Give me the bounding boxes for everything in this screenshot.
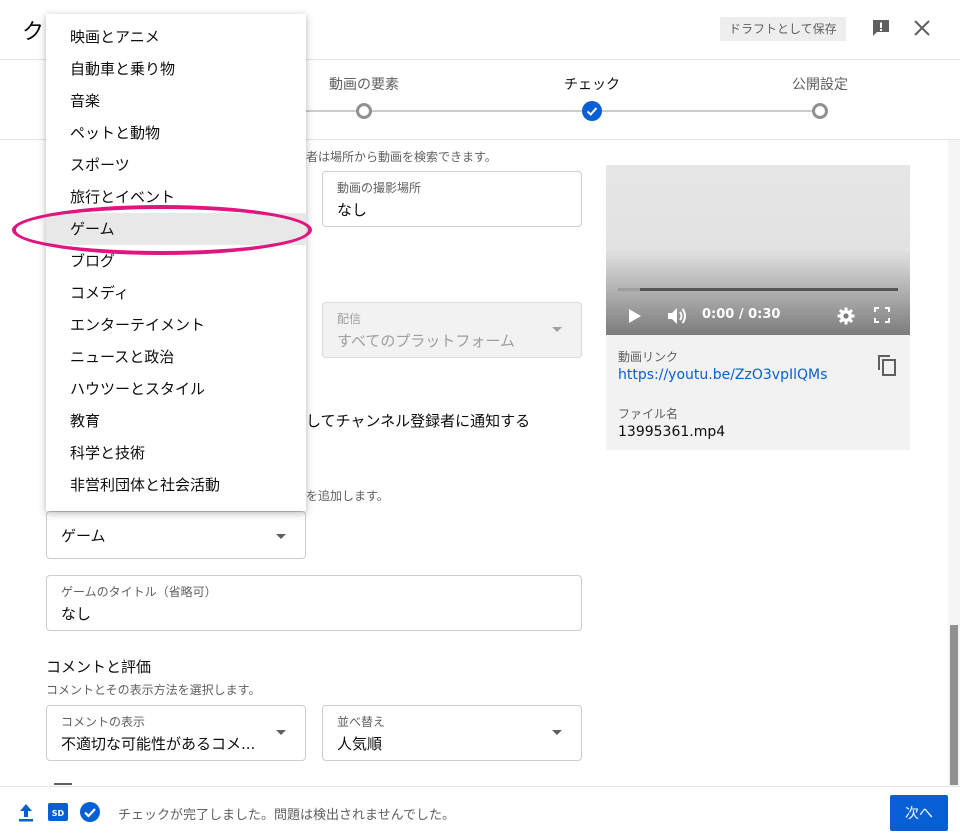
distribution-value: すべてのプラットフォーム	[337, 332, 515, 350]
video-time: 0:00 / 0:30	[702, 307, 781, 322]
scrollbar[interactable]	[948, 140, 960, 786]
category-menu-item[interactable]: ニュースと政治	[46, 341, 306, 373]
category-menu-item[interactable]: 教育	[46, 405, 306, 437]
location-field[interactable]: 動画の撮影場所 なし	[322, 171, 582, 227]
close-icon[interactable]	[912, 18, 932, 38]
category-menu-item[interactable]: コメディ	[46, 277, 306, 309]
category-caption: を追加します。	[306, 489, 389, 503]
copy-icon[interactable]	[876, 353, 898, 377]
notify-subscribers-text: してチャンネル登録者に通知する	[306, 412, 531, 430]
location-field-value: なし	[337, 201, 368, 219]
check-circle-icon	[80, 802, 100, 822]
step-label-checks[interactable]: チェック	[564, 74, 620, 94]
comment-display-label: コメントの表示	[61, 715, 146, 729]
game-title-label: ゲームのタイトル（省略可）	[61, 585, 217, 599]
checks-status-text: チェックが完了しました。問題は検出されませんでした。	[118, 808, 455, 823]
category-menu-item[interactable]: 音楽	[46, 85, 306, 117]
location-caption: 者は場所から動画を検索できます。	[306, 150, 497, 164]
category-menu-item[interactable]: ゲーム	[46, 213, 306, 245]
feedback-icon[interactable]	[871, 18, 891, 38]
play-icon[interactable]	[628, 308, 642, 324]
category-select[interactable]: ゲーム	[46, 511, 306, 559]
chevron-down-icon	[276, 534, 286, 539]
video-link-label: 動画リンク	[618, 350, 679, 364]
comment-sort-label: 並べ替え	[337, 715, 386, 729]
step-dot-visibility[interactable]	[812, 103, 828, 119]
comments-caption: コメントとその表示方法を選択します。	[46, 683, 261, 697]
game-title-field[interactable]: ゲームのタイトル（省略可） なし	[46, 575, 582, 631]
step-dot-elements[interactable]	[356, 103, 372, 119]
save-draft-button[interactable]: ドラフトとして保存	[720, 17, 846, 41]
comment-display-value: 不適切な可能性があるコメ...	[61, 735, 256, 753]
comment-display-select[interactable]: コメントの表示 不適切な可能性があるコメ...	[46, 705, 306, 761]
category-menu-item[interactable]: 自動車と乗り物	[46, 53, 306, 85]
step-label-visibility[interactable]: 公開設定	[792, 74, 848, 94]
game-title-value: なし	[61, 605, 92, 623]
chevron-down-icon	[276, 730, 286, 735]
category-menu-item[interactable]: エンターテイメント	[46, 309, 306, 341]
video-progress-bar[interactable]	[618, 288, 898, 291]
comment-sort-select[interactable]: 並べ替え 人気順	[322, 705, 582, 761]
next-button[interactable]: 次へ	[890, 795, 948, 831]
dialog-title: ク	[22, 20, 45, 45]
file-name-value: 13995361.mp4	[618, 424, 726, 440]
upload-dialog: ク ドラフトとして保存 動画の要素 チェック 公開設定 者は場所から動画を検索で…	[0, 0, 960, 836]
video-player[interactable]: 0:00 / 0:30	[606, 165, 910, 335]
category-menu-item[interactable]: 映画とアニメ	[46, 21, 306, 53]
category-menu-item[interactable]: スポーツ	[46, 149, 306, 181]
sd-badge-icon: SD	[48, 803, 68, 821]
category-menu-item[interactable]: ハウツーとスタイル	[46, 373, 306, 405]
category-dropdown-menu: 映画とアニメ 自動車と乗り物 音楽 ペットと動物 スポーツ 旅行とイベント ゲーム ブログ コメ…	[46, 14, 306, 511]
video-preview-panel: 0:00 / 0:30 動画リンク https://youtu.be/ZzO3v…	[606, 165, 910, 450]
fullscreen-icon[interactable]	[874, 307, 890, 323]
chevron-down-icon	[552, 730, 562, 735]
scrollbar-thumb[interactable]	[950, 625, 958, 785]
distribution-select: 配信 すべてのプラットフォーム	[322, 302, 582, 358]
category-menu-item[interactable]: 科学と技術	[46, 437, 306, 469]
comments-section-title: コメントと評価	[46, 658, 152, 676]
category-menu-item[interactable]: ペットと動物	[46, 117, 306, 149]
video-buffer	[618, 288, 640, 291]
distribution-label: 配信	[337, 312, 362, 326]
category-menu-item[interactable]: 非営利団体と社会活動	[46, 469, 306, 501]
svg-text:SD: SD	[52, 809, 65, 818]
step-check-icon[interactable]	[582, 101, 602, 121]
step-label-elements[interactable]: 動画の要素	[329, 74, 399, 94]
upload-icon	[19, 804, 33, 822]
location-field-label: 動画の撮影場所	[337, 181, 422, 195]
gear-icon[interactable]	[837, 307, 855, 325]
category-value: ゲーム	[61, 527, 106, 545]
file-name-label: ファイル名	[618, 407, 679, 421]
chevron-down-icon	[552, 327, 562, 332]
category-menu-item[interactable]: ブログ	[46, 245, 306, 277]
category-menu-item[interactable]: 旅行とイベント	[46, 181, 306, 213]
volume-icon[interactable]	[666, 306, 688, 326]
video-link[interactable]: https://youtu.be/ZzO3vpIlQMs	[618, 367, 827, 383]
comment-sort-value: 人気順	[337, 735, 383, 753]
dialog-footer: SD チェックが完了しました。問題は検出されませんでした。 次へ	[0, 786, 960, 836]
